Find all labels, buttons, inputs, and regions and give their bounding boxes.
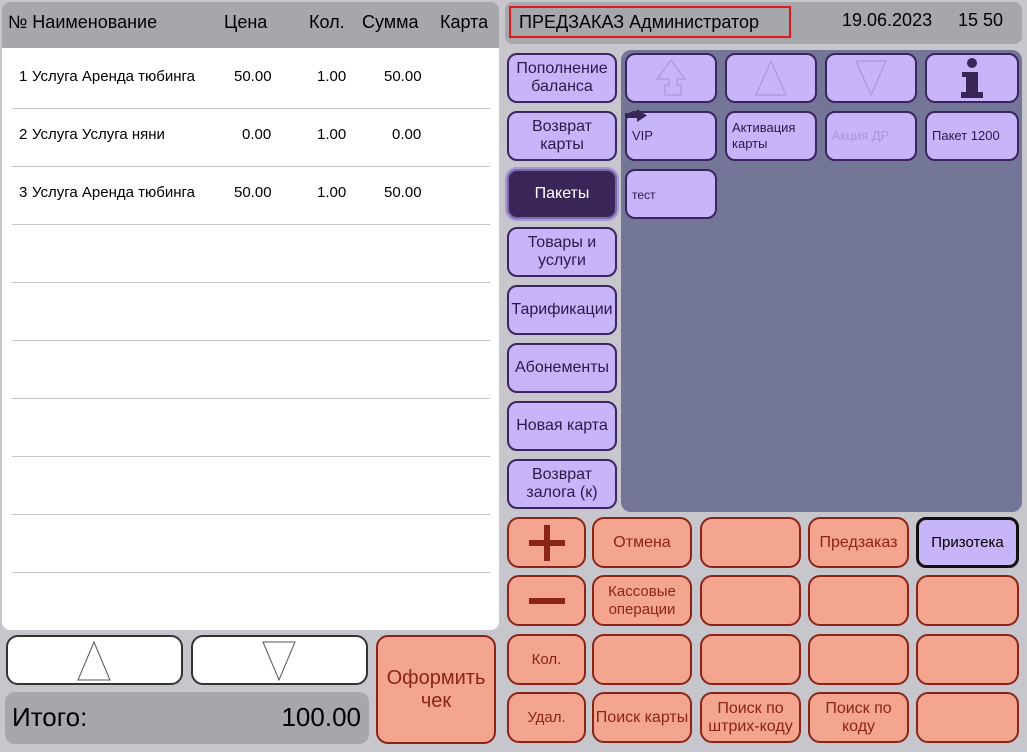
package-label: Пакет 1200	[932, 128, 1000, 143]
cancel-button[interactable]: Отмена	[592, 517, 692, 568]
empty-action-button[interactable]	[808, 634, 909, 685]
arrow-up-outline-icon	[655, 58, 687, 96]
add-button[interactable]	[507, 517, 586, 568]
table-row-empty	[12, 224, 490, 283]
row-qty: 1.00	[317, 126, 347, 143]
total-label: Итого:	[12, 702, 88, 732]
arrow-up-icon	[77, 640, 111, 681]
table-row[interactable]: 3 Услуга Аренда тюбинга 50.00 1.00 50.00	[12, 166, 490, 225]
scroll-up-button[interactable]	[6, 635, 183, 685]
col-card-header: Карта	[440, 12, 489, 32]
info-icon	[961, 58, 983, 98]
table-row[interactable]: 2 Услуга Услуга няни 0.00 1.00 0.00	[12, 108, 490, 167]
table-row[interactable]: 1 Услуга Аренда тюбинга 50.00 1.00 50.00	[12, 50, 490, 109]
receipt-header: № Наименование Цена Кол. Сумма Карта	[2, 2, 499, 48]
date-display: 19.06.2023	[842, 10, 933, 30]
empty-action-button[interactable]	[916, 634, 1019, 685]
row-num: 3	[19, 184, 28, 201]
subtract-button[interactable]	[507, 575, 586, 626]
table-row-empty	[12, 456, 490, 515]
table-row-empty	[12, 282, 490, 341]
row-qty: 1.00	[317, 184, 347, 201]
page-down-button[interactable]	[825, 53, 917, 103]
package-vip[interactable]: VIP	[625, 109, 717, 161]
top-header: ПРЕДЗАКАЗ Администратор 19.06.2023 15 50	[505, 2, 1022, 44]
category-new-card[interactable]: Новая карта	[507, 401, 617, 451]
category-top-up-balance[interactable]: Пополнение баланса	[507, 53, 617, 103]
empty-action-button[interactable]	[700, 634, 801, 685]
empty-action-button[interactable]	[916, 575, 1019, 626]
scroll-down-button[interactable]	[191, 635, 368, 685]
category-card-return[interactable]: Возврат карты	[507, 111, 617, 161]
empty-action-button[interactable]	[808, 575, 909, 626]
col-qty-header: Кол.	[309, 12, 345, 32]
total-panel: Итого: 100.00	[5, 692, 369, 744]
category-tariffs[interactable]: Тарификации	[507, 285, 617, 335]
table-row-empty	[12, 398, 490, 457]
category-subscriptions[interactable]: Абонементы	[507, 343, 617, 393]
row-name: Услуга Аренда тюбинга	[32, 184, 196, 201]
package-test[interactable]: тест	[625, 169, 717, 219]
delete-button[interactable]: Удал.	[507, 692, 586, 743]
arrow-right-icon	[625, 109, 647, 122]
row-price: 50.00	[234, 184, 272, 201]
preorder-button[interactable]: Предзаказ	[808, 517, 909, 568]
table-row-empty	[12, 340, 490, 399]
empty-action-button[interactable]	[916, 692, 1019, 743]
triangle-down-icon	[855, 60, 887, 97]
row-num: 2	[19, 126, 28, 143]
nav-back-button[interactable]	[625, 53, 717, 103]
col-sum-header: Сумма	[362, 12, 419, 32]
empty-action-button[interactable]	[700, 517, 801, 568]
col-price-header: Цена	[224, 12, 268, 32]
row-qty: 1.00	[317, 68, 347, 85]
row-num: 1	[19, 68, 28, 85]
find-barcode-button[interactable]: Поиск по штрих-коду	[700, 692, 801, 743]
find-code-button[interactable]: Поиск по коду	[808, 692, 909, 743]
col-name-header: № Наименование	[8, 12, 158, 32]
package-1200[interactable]: Пакет 1200	[925, 111, 1019, 161]
package-birthday-promo[interactable]: Акция ДР	[825, 111, 917, 161]
prizoteka-button[interactable]: Призотека	[916, 517, 1019, 568]
package-label: VIP	[632, 128, 653, 143]
category-deposit-return[interactable]: Возврат залога (к)	[507, 459, 617, 509]
package-label: Акция ДР	[832, 128, 890, 143]
table-row-empty	[12, 514, 490, 573]
time-display: 15 50	[958, 10, 1004, 30]
row-sum: 0.00	[392, 126, 422, 143]
category-packages[interactable]: Пакеты	[507, 169, 617, 219]
total-value: 100.00	[281, 702, 361, 732]
empty-action-button[interactable]	[592, 634, 692, 685]
package-label: Активация карты	[732, 120, 796, 151]
page-up-button[interactable]	[725, 53, 817, 103]
row-name: Услуга Аренда тюбинга	[32, 68, 196, 85]
category-goods-services[interactable]: Товары и услуги	[507, 227, 617, 277]
arrow-down-icon	[262, 641, 296, 682]
checkout-button[interactable]: Оформить чек	[376, 635, 496, 744]
row-sum: 50.00	[384, 68, 422, 85]
cash-operations-button[interactable]: Кассовые операции	[592, 575, 692, 626]
minus-icon	[528, 597, 565, 604]
package-card-activation[interactable]: Активация карты	[725, 111, 817, 161]
receipt-table: № Наименование Цена Кол. Сумма Карта 1 У…	[2, 2, 499, 630]
plus-icon	[528, 524, 565, 561]
empty-action-button[interactable]	[700, 575, 801, 626]
row-price: 0.00	[242, 126, 272, 143]
row-name: Услуга Услуга няни	[32, 126, 165, 143]
page-title: ПРЕДЗАКАЗ Администратор	[509, 6, 791, 38]
package-label: тест	[632, 188, 656, 202]
quantity-button[interactable]: Кол.	[507, 634, 586, 685]
info-button[interactable]	[925, 53, 1019, 103]
row-price: 50.00	[234, 68, 272, 85]
row-sum: 50.00	[384, 184, 422, 201]
find-card-button[interactable]: Поиск карты	[592, 692, 692, 743]
triangle-up-icon	[755, 59, 787, 96]
